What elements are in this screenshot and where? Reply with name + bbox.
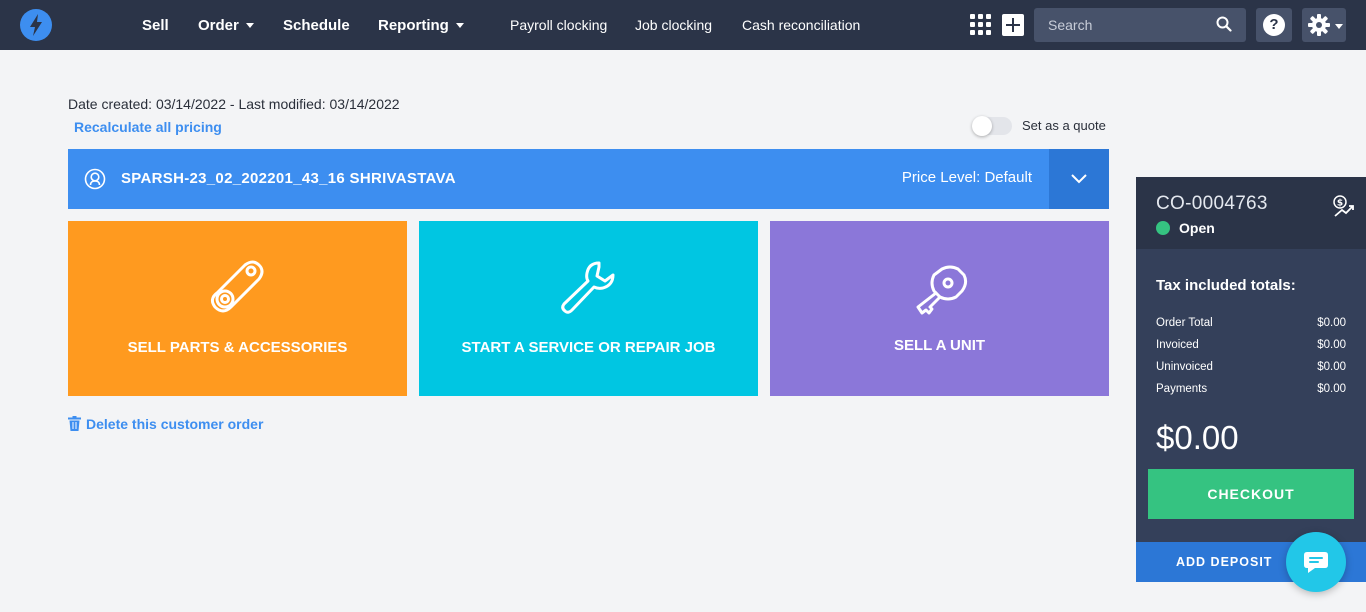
total-label: Uninvoiced <box>1156 361 1213 373</box>
nav-reporting-label: Reporting <box>378 17 449 34</box>
total-value: $0.00 <box>1317 361 1346 373</box>
search-icon[interactable] <box>1216 16 1232 32</box>
apps-grid-icon[interactable] <box>970 14 992 36</box>
total-value: $0.00 <box>1317 317 1346 329</box>
key-icon <box>916 265 968 315</box>
chat-button[interactable] <box>1286 532 1346 592</box>
settings-button[interactable] <box>1302 8 1346 42</box>
total-value: $0.00 <box>1317 339 1346 351</box>
gear-icon <box>1308 14 1330 36</box>
total-label: Invoiced <box>1156 339 1199 351</box>
total-value: $0.00 <box>1317 383 1346 395</box>
search-box <box>1034 8 1246 42</box>
checkout-button[interactable]: CHECKOUT <box>1148 469 1354 519</box>
price-level: Price Level: Default <box>901 169 1032 186</box>
delete-order-label: Delete this customer order <box>86 416 264 432</box>
help-icon: ? <box>1263 14 1285 36</box>
profit-trend-icon[interactable]: $ <box>1332 195 1356 219</box>
order-summary-header: CO-0004763 Open $ <box>1136 177 1366 249</box>
toggle-knob <box>972 116 992 136</box>
nav-schedule-label: Schedule <box>283 17 350 34</box>
delete-order-link[interactable]: Delete this customer order <box>68 416 263 432</box>
total-row-payments: Payments $0.00 <box>1156 383 1346 403</box>
search-input[interactable] <box>1034 8 1214 42</box>
sell-parts-tile[interactable]: SELL PARTS & ACCESSORIES <box>68 221 407 396</box>
sell-parts-label: SELL PARTS & ACCESSORIES <box>127 339 348 356</box>
service-repair-label: START A SERVICE OR REPAIR JOB <box>461 339 716 356</box>
nav-payroll-clocking[interactable]: Payroll clocking <box>510 0 607 50</box>
total-row-order-total: Order Total $0.00 <box>1156 317 1346 337</box>
add-new-icon[interactable] <box>1002 14 1024 36</box>
recalculate-pricing-link[interactable]: Recalculate all pricing <box>74 119 222 135</box>
chevron-down-icon <box>1071 174 1087 184</box>
customer-expand-button[interactable] <box>1049 149 1109 209</box>
chat-icon <box>1304 552 1328 573</box>
caret-down-icon <box>245 23 254 28</box>
caret-down-icon <box>455 23 464 28</box>
sell-unit-tile[interactable]: SELL A UNIT <box>770 221 1109 396</box>
lightning-logo-icon[interactable] <box>20 9 52 41</box>
svg-text:$: $ <box>1337 199 1343 209</box>
nav-job-clocking[interactable]: Job clocking <box>635 0 712 50</box>
total-label: Payments <box>1156 383 1208 395</box>
wrench-icon <box>561 261 615 314</box>
nav-schedule[interactable]: Schedule <box>283 0 350 50</box>
nav-cash-reconciliation[interactable]: Cash reconciliation <box>742 0 860 50</box>
order-summary-panel: CO-0004763 Open $ Tax included totals: O… <box>1136 177 1366 582</box>
tax-totals-title: Tax included totals: <box>1156 277 1296 294</box>
nav-sell[interactable]: Sell <box>142 0 169 50</box>
quote-toggle-label: Set as a quote <box>1022 118 1106 133</box>
nav-order[interactable]: Order <box>198 0 254 50</box>
total-label: Order Total <box>1156 317 1213 329</box>
nav-sell-label: Sell <box>142 17 169 34</box>
trash-icon <box>68 416 81 431</box>
sell-unit-label: SELL A UNIT <box>893 337 986 354</box>
caret-down-icon <box>1335 24 1343 29</box>
parts-icon <box>210 260 264 313</box>
order-status: Open <box>1179 220 1215 236</box>
customer-bar[interactable]: SPARSH-23_02_202201_43_16 SHRIVASTAVA Pr… <box>68 149 1109 209</box>
top-navigation: Sell Order Schedule Reporting Payroll cl… <box>0 0 1366 50</box>
order-dates: Date created: 03/14/2022 - Last modified… <box>68 96 400 112</box>
status-indicator <box>1156 221 1170 235</box>
nav-reporting[interactable]: Reporting <box>378 0 464 50</box>
customer-icon <box>84 168 106 190</box>
grand-total: $0.00 <box>1156 419 1239 456</box>
quote-toggle[interactable] <box>972 116 1012 136</box>
nav-order-label: Order <box>198 17 239 34</box>
customer-name: SPARSH-23_02_202201_43_16 SHRIVASTAVA <box>121 170 456 187</box>
total-row-invoiced: Invoiced $0.00 <box>1156 339 1346 359</box>
total-row-uninvoiced: Uninvoiced $0.00 <box>1156 361 1346 381</box>
service-repair-tile[interactable]: START A SERVICE OR REPAIR JOB <box>419 221 758 396</box>
help-button[interactable]: ? <box>1256 8 1292 42</box>
order-id: CO-0004763 <box>1156 193 1268 214</box>
